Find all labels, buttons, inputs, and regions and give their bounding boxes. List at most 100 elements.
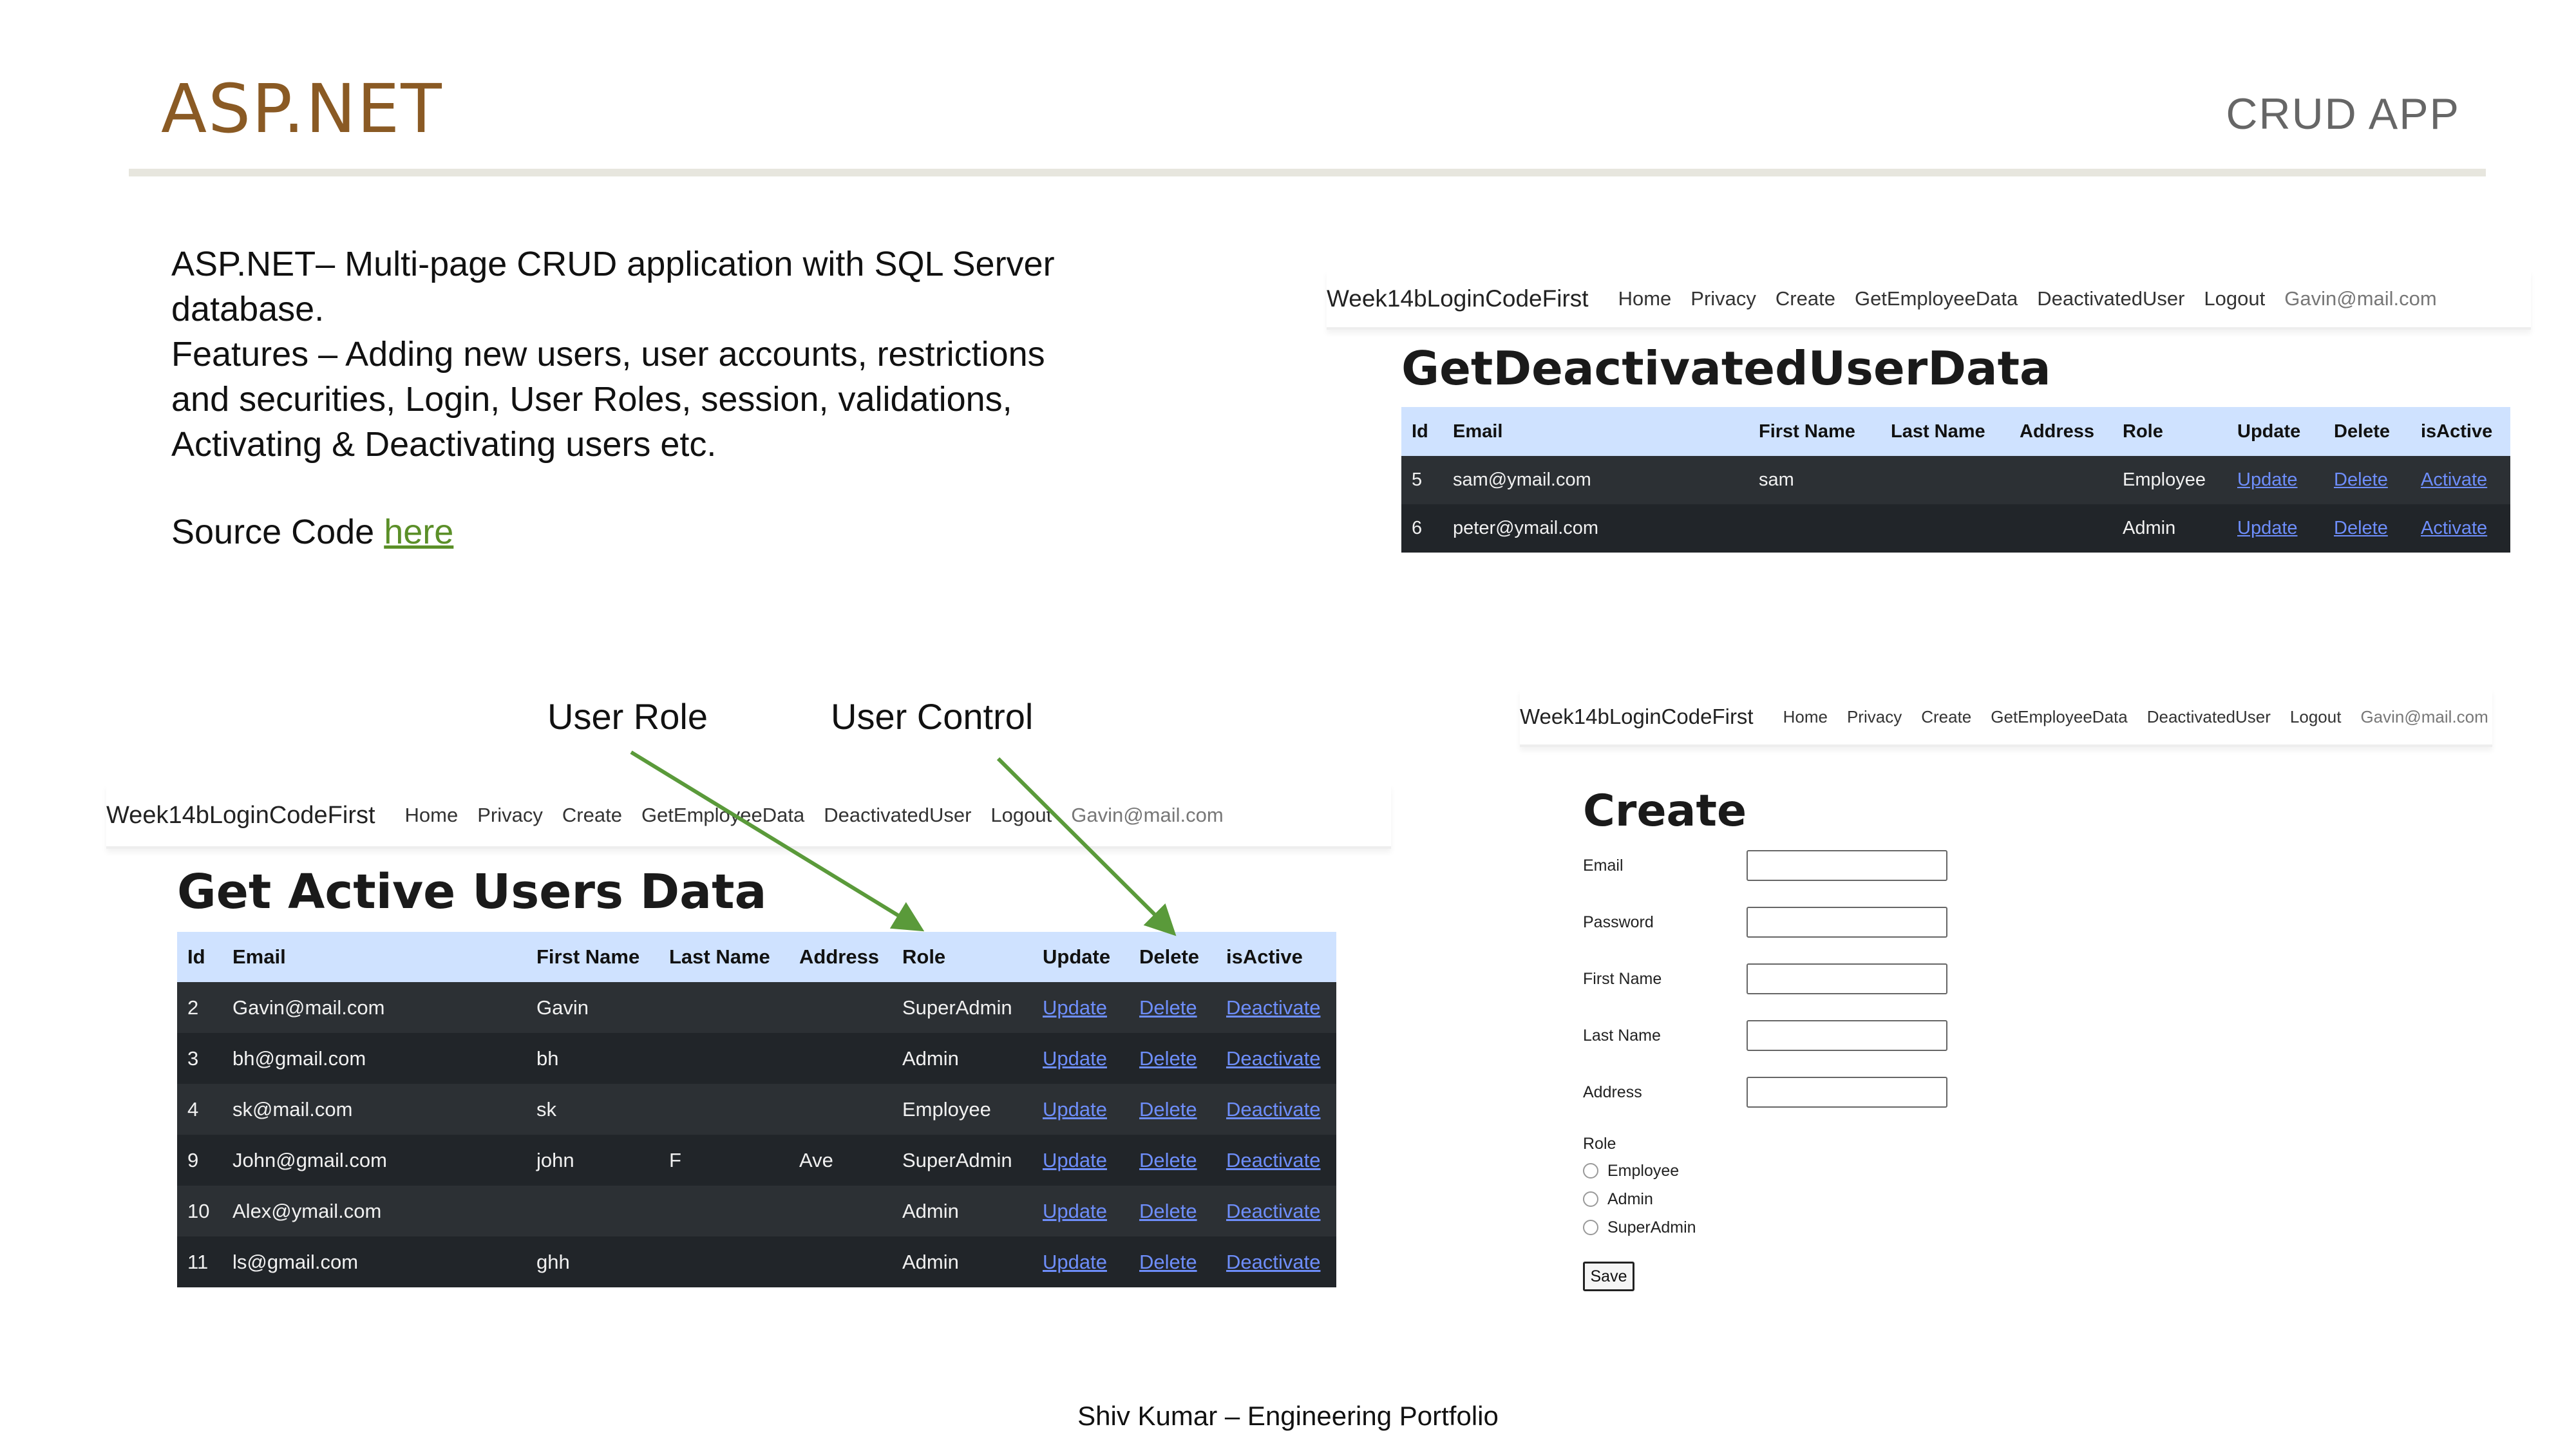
last-name-field[interactable] [1747, 1020, 1947, 1051]
nav-home[interactable]: Home [1618, 287, 1672, 310]
cell-email: sk@mail.com [232, 1097, 353, 1121]
nav-get-employee-data[interactable]: GetEmployeeData [1991, 707, 2127, 727]
nav-logout[interactable]: Logout [2204, 287, 2265, 310]
activate-link[interactable]: Activate [2410, 456, 2510, 504]
column-header: Address [799, 945, 880, 968]
nav-deactivated-user[interactable]: DeactivatedUser [824, 804, 971, 827]
column-header: isActive [1226, 945, 1303, 968]
cell-email: John@gmail.com [232, 1148, 387, 1171]
nav-create[interactable]: Create [1921, 707, 1971, 727]
cell-id: 9 [187, 1148, 199, 1171]
nav-get-employee-data[interactable]: GetEmployeeData [1855, 287, 2018, 310]
column-header: Delete [2334, 421, 2391, 442]
nav-home[interactable]: Home [405, 804, 459, 827]
form-row-address: Address [1583, 1064, 2034, 1121]
cell-address [789, 1186, 892, 1236]
cell-first-name: bh [536, 1046, 559, 1070]
table-row: 4 sk@mail.com sk Employee Update Delete Deacti… [177, 1084, 1336, 1135]
delete-link[interactable]: Delete [2324, 504, 2410, 553]
deactivate-link[interactable]: Deactivate [1216, 1186, 1336, 1236]
table-row: 5 sam@ymail.com sam Employee Update Dele… [1401, 456, 2510, 504]
nav-privacy[interactable]: Privacy [1690, 287, 1756, 310]
update-link[interactable]: Update [1032, 1135, 1129, 1186]
cell-address: Ave [799, 1148, 833, 1171]
cell-address [2009, 504, 2112, 553]
column-header: First Name [1759, 421, 1855, 442]
update-link[interactable]: Update [1032, 982, 1129, 1033]
cell-role: SuperAdmin [902, 1148, 1012, 1171]
delete-link[interactable]: Delete [1129, 1084, 1216, 1135]
description-line: and securities, Login, User Roles, sessi… [171, 380, 1012, 419]
cell-first-name: Gavin [536, 996, 589, 1019]
cell-role: Admin [902, 1199, 959, 1222]
deactivate-link[interactable]: Deactivate [1216, 1135, 1336, 1186]
nav-deactivated-user[interactable]: DeactivatedUser [2037, 287, 2184, 310]
radio-button[interactable] [1583, 1191, 1598, 1207]
form-row-last-name: Last Name [1583, 1007, 2034, 1064]
update-link[interactable]: Update [1032, 1084, 1129, 1135]
radio-button[interactable] [1583, 1220, 1598, 1235]
role-option-employee[interactable]: Employee [1583, 1160, 2034, 1182]
source-code-link[interactable]: here [384, 513, 453, 551]
header-divider [129, 169, 2486, 176]
cell-address [789, 1084, 892, 1135]
column-header: Email [232, 945, 286, 968]
update-link[interactable]: Update [1032, 1033, 1129, 1084]
deactivate-link[interactable]: Deactivate [1216, 982, 1336, 1033]
column-header: Address [2020, 421, 2095, 442]
nav-get-employee-data[interactable]: GetEmployeeData [641, 804, 804, 827]
update-link[interactable]: Update [2227, 504, 2324, 553]
deactivate-link[interactable]: Deactivate [1216, 1236, 1336, 1287]
update-link[interactable]: Update [2227, 456, 2324, 504]
cell-first-name: john [536, 1148, 574, 1171]
cell-address [789, 1236, 892, 1287]
deactivate-link[interactable]: Deactivate [1216, 1033, 1336, 1084]
nav-create[interactable]: Create [562, 804, 622, 827]
column-header: Role [902, 945, 946, 968]
user-control-callout: User Control [831, 696, 1034, 737]
cell-id: 10 [187, 1199, 210, 1222]
nav-privacy[interactable]: Privacy [1847, 707, 1902, 727]
navbar-brand[interactable]: Week14bLoginCodeFirst [1520, 705, 1754, 729]
email-field[interactable] [1747, 850, 1947, 881]
nav-create[interactable]: Create [1776, 287, 1835, 310]
cell-email: bh@gmail.com [232, 1046, 366, 1070]
address-field[interactable] [1747, 1077, 1947, 1108]
column-header: Email [1453, 421, 1503, 442]
column-header: isActive [2421, 421, 2493, 442]
password-field[interactable] [1747, 907, 1947, 938]
column-header: Id [1412, 421, 1428, 442]
nav-privacy[interactable]: Privacy [477, 804, 543, 827]
deactivate-link[interactable]: Deactivate [1216, 1084, 1336, 1135]
nav-home[interactable]: Home [1783, 707, 1828, 727]
password-label: Password [1583, 913, 1654, 931]
first-name-field[interactable] [1747, 963, 1947, 994]
delete-link[interactable]: Delete [1129, 1033, 1216, 1084]
delete-link[interactable]: Delete [1129, 1135, 1216, 1186]
description-line: ASP.NET– Multi-page CRUD application wit… [171, 245, 1055, 283]
delete-link[interactable]: Delete [1129, 1236, 1216, 1287]
user-role-callout: User Role [547, 696, 708, 737]
navbar-brand[interactable]: Week14bLoginCodeFirst [106, 802, 375, 829]
delete-link[interactable]: Delete [2324, 456, 2410, 504]
navbar-brand[interactable]: Week14bLoginCodeFirst [1327, 285, 1589, 312]
cell-first-name: sk [536, 1097, 556, 1121]
update-link[interactable]: Update [1032, 1236, 1129, 1287]
role-option-superadmin[interactable]: SuperAdmin [1583, 1217, 2034, 1238]
cell-address [789, 1033, 892, 1084]
address-label: Address [1583, 1083, 1642, 1101]
nav-deactivated-user[interactable]: DeactivatedUser [2147, 707, 2271, 727]
activate-link[interactable]: Activate [2410, 504, 2510, 553]
role-label: Role [1583, 1135, 1616, 1153]
update-link[interactable]: Update [1032, 1186, 1129, 1236]
delete-link[interactable]: Delete [1129, 982, 1216, 1033]
delete-link[interactable]: Delete [1129, 1186, 1216, 1236]
radio-button[interactable] [1583, 1163, 1598, 1179]
nav-logout[interactable]: Logout [990, 804, 1052, 827]
column-header: Last Name [1891, 421, 1985, 442]
nav-logout[interactable]: Logout [2290, 707, 2342, 727]
save-button[interactable]: Save [1583, 1262, 1634, 1291]
app-navbar-active: Week14bLoginCodeFirst Home Privacy Creat… [106, 784, 1391, 849]
role-option-admin[interactable]: Admin [1583, 1188, 2034, 1210]
form-row-password: Password [1583, 894, 2034, 951]
